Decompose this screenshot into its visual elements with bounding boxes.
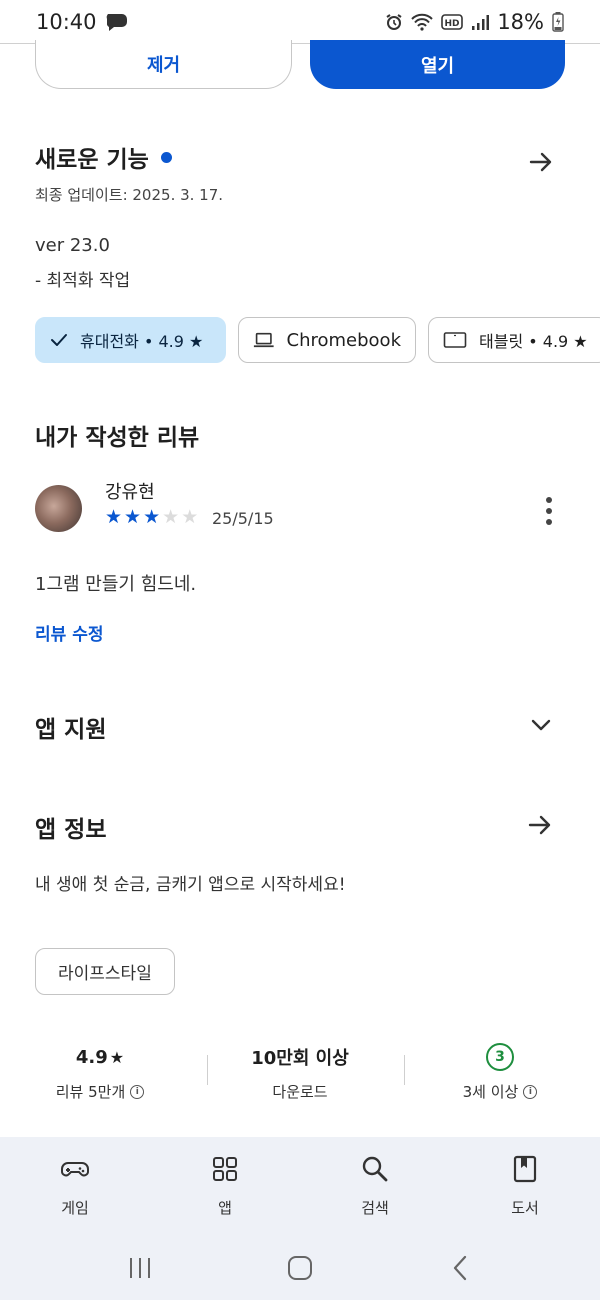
gamepad-icon (61, 1162, 89, 1177)
stat-divider (404, 1055, 405, 1085)
status-bar: 10:40 HD 18% (0, 0, 600, 44)
more-options-icon[interactable] (545, 497, 553, 525)
star-icon: ★ (109, 1047, 125, 1067)
app-stats: 4.9 ★ 리뷰 5만개 i 10만회 이상 다운로드 3 3세 이상 i (0, 1043, 600, 1103)
nav-books-label: 도서 (511, 1199, 539, 1217)
rating-value: 4.9 (75, 1046, 108, 1068)
whats-new-header: 새로운 기능 (35, 140, 565, 174)
tablet-icon (443, 332, 467, 348)
chevron-down-icon[interactable] (528, 712, 554, 738)
recent-apps-button[interactable] (120, 1248, 160, 1288)
whats-new-title: 새로운 기능 (35, 147, 149, 173)
info-icon[interactable]: i (523, 1084, 538, 1099)
arrow-right-icon[interactable] (526, 811, 554, 839)
svg-text:HD: HD (445, 19, 460, 29)
star-empty-icon: ★ (162, 506, 180, 528)
laptop-icon (253, 332, 274, 348)
star-filled-icon: ★ (105, 506, 123, 528)
stat-downloads: 10만회 이상 다운로드 (200, 1043, 400, 1102)
wifi-icon (411, 13, 434, 31)
nav-games[interactable]: 게임 (0, 1137, 150, 1235)
nav-search[interactable]: 검색 (300, 1137, 450, 1235)
alarm-icon (386, 13, 402, 30)
change-note-text: - 최적화 작업 (35, 271, 131, 291)
last-updated-text: 최종 업데이트: 2025. 3. 17. (35, 186, 224, 204)
reviewer-name: 강유현 (105, 482, 155, 503)
status-right: HD 18% (385, 10, 564, 34)
star-filled-icon: ★ (143, 506, 161, 528)
app-support-title[interactable]: 앱 지원 (35, 710, 107, 744)
age-rating-label: 3세 이상 (462, 1083, 519, 1101)
version-text: ver 23.0 (35, 235, 110, 256)
star-rating: ★ ★ ★ ★ ★ (105, 506, 198, 528)
nav-apps-label: 앱 (218, 1199, 232, 1217)
star-filled-icon: ★ (124, 506, 142, 528)
chat-icon (106, 13, 127, 31)
battery-icon (552, 11, 564, 32)
my-review-title: 내가 작성한 리뷰 (35, 425, 200, 451)
uninstall-button[interactable]: 제거 (35, 40, 292, 89)
chip-tablet[interactable]: 태블릿 • 4.9 ★ (428, 317, 600, 363)
new-indicator-dot (160, 151, 172, 163)
signal-icon (472, 14, 490, 30)
install-actions: 제거 열기 (35, 40, 565, 89)
info-icon[interactable]: i (130, 1084, 145, 1099)
search-icon (362, 1156, 388, 1182)
star-empty-icon: ★ (181, 506, 199, 528)
about-app-title[interactable]: 앱 정보 (35, 810, 107, 844)
nav-books[interactable]: 도서 (450, 1137, 600, 1235)
check-icon (51, 334, 67, 346)
book-icon (513, 1155, 537, 1183)
bottom-navigation: 게임 앱 검색 도서 (0, 1137, 600, 1235)
review-date: 25/5/15 (212, 509, 274, 528)
chip-phone-label: 휴대전화 • 4.9 ★ (80, 332, 204, 351)
review-count: 리뷰 5만개 (55, 1083, 126, 1101)
device-filter-chips: 휴대전화 • 4.9 ★ Chromebook 태블릿 • 4.9 ★ (35, 317, 600, 363)
nav-apps[interactable]: 앱 (150, 1137, 300, 1235)
status-left: 10:40 (36, 10, 129, 34)
home-button[interactable] (280, 1248, 320, 1288)
apps-grid-icon (213, 1157, 237, 1181)
review-text: 1그램 만들기 힘드네. (35, 574, 197, 595)
age-rating-badge: 3 (486, 1043, 514, 1071)
chip-tablet-label: 태블릿 • 4.9 ★ (479, 332, 588, 351)
stat-rating: 4.9 ★ 리뷰 5만개 i (0, 1043, 200, 1102)
hd-icon: HD (441, 13, 464, 30)
downloads-value: 10만회 이상 (251, 1048, 349, 1069)
avatar (35, 485, 82, 532)
home-icon (288, 1255, 312, 1280)
whats-new-section[interactable]: 새로운 기능 최종 업데이트: 2025. 3. 17. ver 23.0 - … (35, 140, 565, 291)
arrow-right-icon[interactable] (527, 148, 555, 176)
stat-divider (207, 1055, 208, 1085)
chip-phone[interactable]: 휴대전화 • 4.9 ★ (35, 317, 226, 363)
recent-apps-icon (130, 1257, 150, 1278)
edit-review-link[interactable]: 리뷰 수정 (35, 620, 103, 645)
about-description: 내 생애 첫 순금, 금캐기 앱으로 시작하세요! (35, 875, 346, 895)
status-time: 10:40 (36, 9, 97, 34)
open-button[interactable]: 열기 (310, 40, 565, 89)
nav-search-label: 검색 (361, 1199, 389, 1217)
back-button[interactable] (440, 1248, 480, 1288)
chip-chromebook-label: Chromebook (286, 329, 401, 351)
category-tag[interactable]: 라이프스타일 (35, 948, 175, 995)
back-icon (453, 1255, 467, 1280)
nav-games-label: 게임 (61, 1199, 89, 1217)
battery-percent: 18% (497, 9, 544, 34)
chip-chromebook[interactable]: Chromebook (238, 317, 416, 363)
my-review-header: 강유현 ★ ★ ★ ★ ★ 25/5/15 (35, 475, 565, 545)
stat-age: 3 3세 이상 i (400, 1043, 600, 1102)
system-navigation-bar (0, 1235, 600, 1300)
downloads-label: 다운로드 (272, 1083, 328, 1101)
